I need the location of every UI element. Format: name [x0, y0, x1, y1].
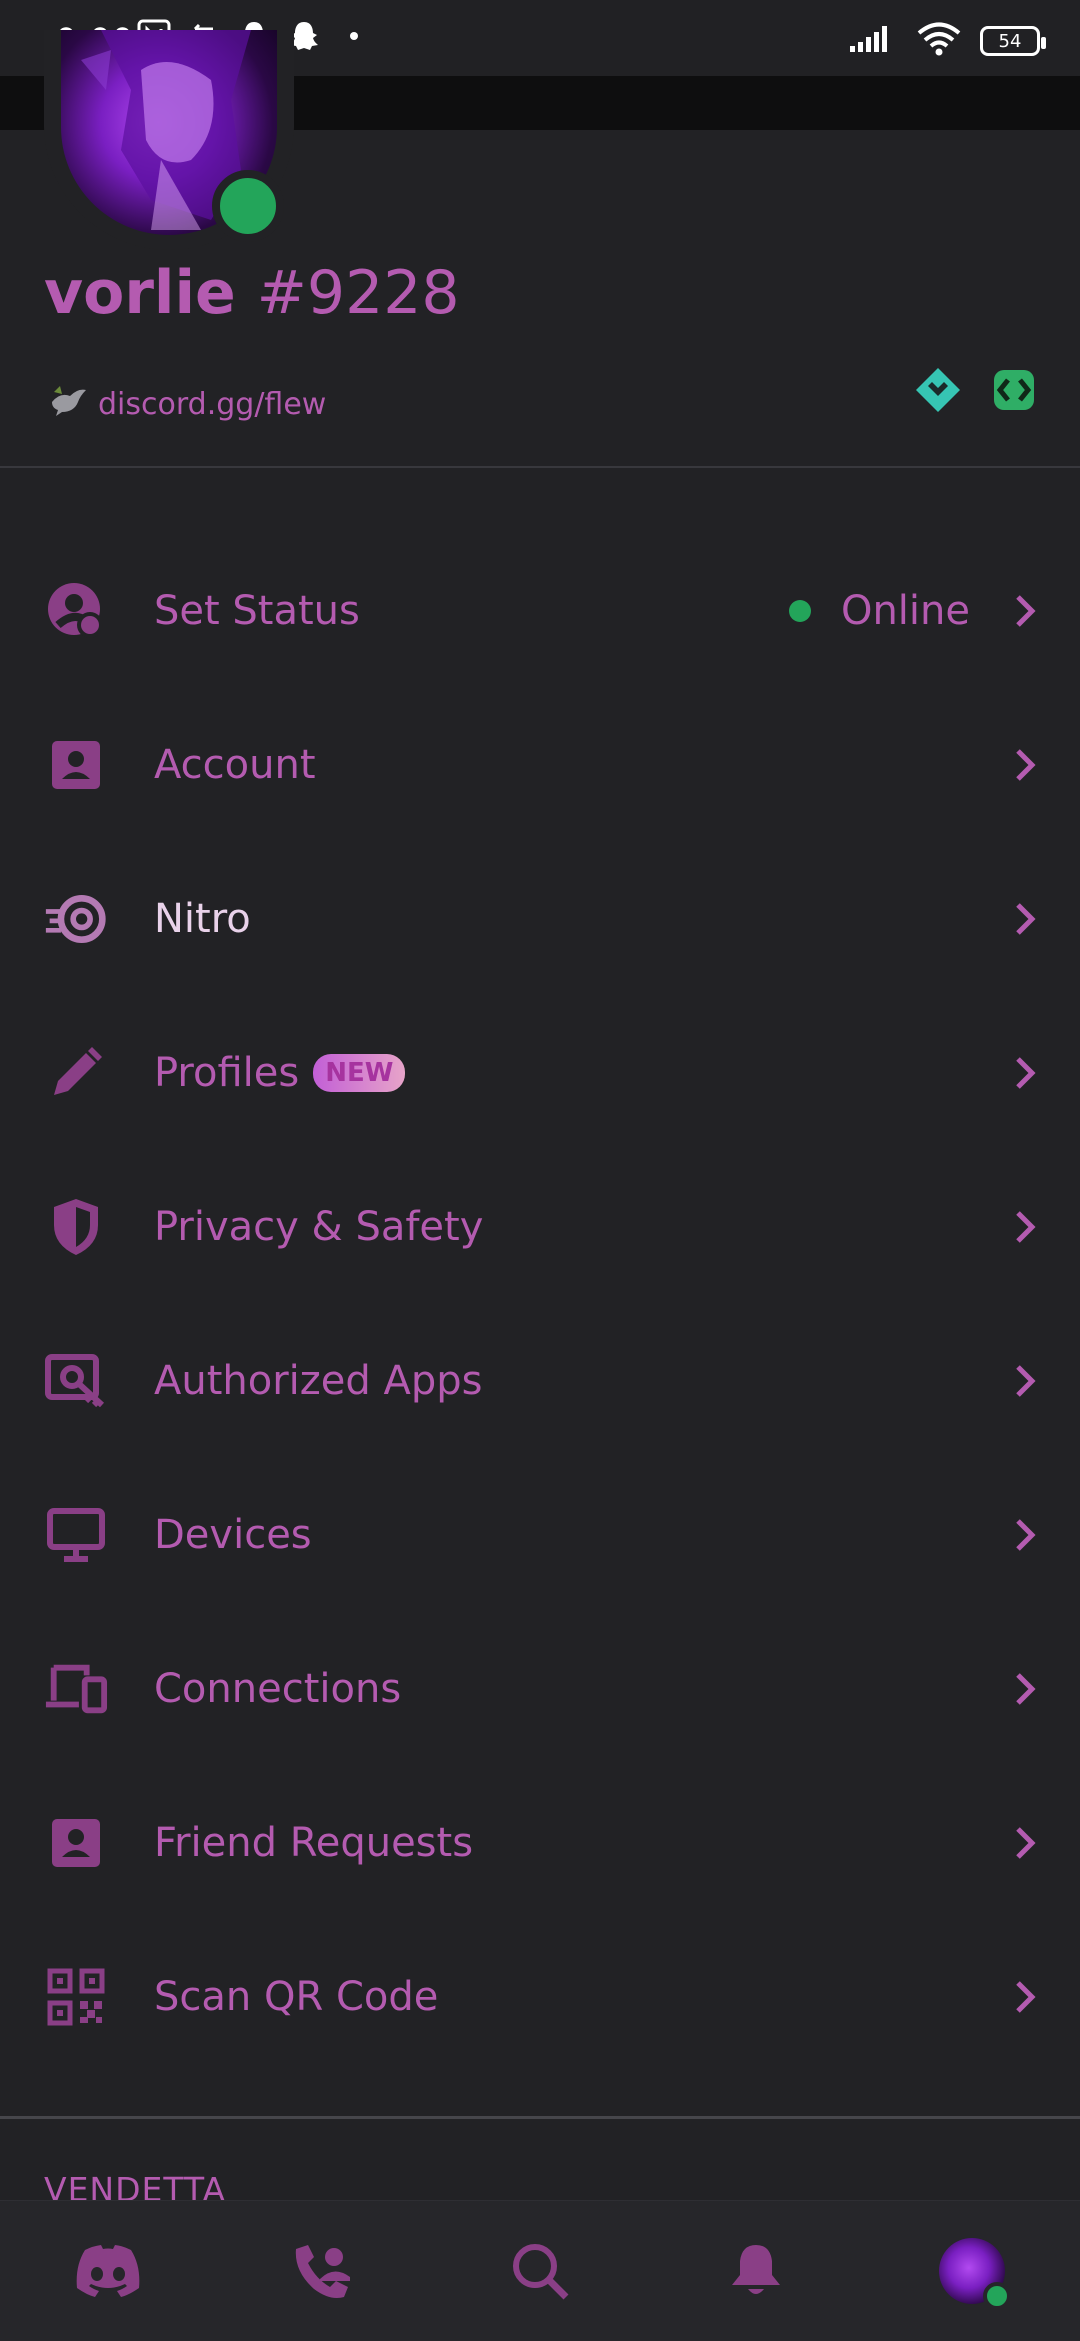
- qr-code-icon: [44, 1965, 108, 2029]
- divider: [0, 466, 1080, 468]
- friends-tab[interactable]: [282, 2231, 362, 2311]
- bio: discord.gg/flew: [48, 382, 326, 426]
- phone-person-icon: [295, 2245, 350, 2298]
- current-status-text: Online: [840, 588, 970, 634]
- status-icon: [44, 579, 108, 643]
- connections-icon: [44, 1657, 108, 1721]
- battery-icon: 54: [980, 26, 1046, 56]
- new-badge: NEW: [313, 1054, 406, 1092]
- profile-badges: [914, 366, 1038, 414]
- menu-item-privacy-safety[interactable]: Privacy & Safety: [0, 1150, 1080, 1304]
- chevron-right-icon: [1016, 595, 1036, 627]
- active-developer-icon[interactable]: [990, 366, 1038, 414]
- username-discriminator: #9228: [256, 258, 460, 328]
- battery-level: 54: [998, 30, 1022, 52]
- search-tab[interactable]: [500, 2231, 580, 2311]
- tab-avatar: [939, 2238, 1011, 2310]
- hypesquad-icon[interactable]: [914, 366, 962, 414]
- online-dot-icon: [983, 2282, 1011, 2310]
- online-status-indicator: [212, 170, 284, 242]
- current-status: Online: [788, 588, 970, 634]
- chevron-right-icon: [1016, 1057, 1036, 1089]
- menu-item-label: Scan QR Code: [154, 1974, 439, 2020]
- nitro-icon: [44, 887, 108, 951]
- shield-icon: [44, 1195, 108, 1259]
- menu-item-account[interactable]: Account: [0, 688, 1080, 842]
- menu-item-friend-requests[interactable]: Friend Requests: [0, 1766, 1080, 1920]
- bell-icon: [732, 2245, 780, 2294]
- authorized-apps-icon: [44, 1349, 108, 1413]
- wifi-icon: [916, 22, 962, 60]
- bottom-tab-bar: [0, 2200, 1080, 2341]
- menu-item-label: Account: [154, 742, 316, 788]
- monitor-icon: [44, 1503, 108, 1567]
- menu-item-label: Authorized Apps: [154, 1358, 483, 1404]
- divider: [0, 2116, 1080, 2119]
- menu-item-label: Profiles NEW: [154, 1050, 406, 1096]
- menu-item-scan-qr[interactable]: Scan QR Code: [0, 1920, 1080, 2074]
- dot-icon: [336, 18, 372, 54]
- dove-icon: [48, 382, 88, 426]
- chevron-right-icon: [1016, 1519, 1036, 1551]
- notifications-tab[interactable]: [716, 2231, 796, 2311]
- home-tab[interactable]: [68, 2231, 148, 2311]
- pencil-icon: [44, 1041, 108, 1105]
- chevron-right-icon: [1016, 1365, 1036, 1397]
- chevron-right-icon: [1016, 749, 1036, 781]
- menu-item-set-status[interactable]: Set Status Online: [0, 534, 1080, 688]
- chevron-right-icon: [1016, 1981, 1036, 2013]
- menu-item-connections[interactable]: Connections: [0, 1612, 1080, 1766]
- menu-item-label: Connections: [154, 1666, 402, 1712]
- bio-text: discord.gg/flew: [98, 386, 327, 422]
- online-dot-icon: [788, 600, 811, 622]
- chevron-right-icon: [1016, 903, 1036, 935]
- friend-requests-icon: [44, 1811, 108, 1875]
- username: vorlie #9228: [44, 258, 460, 328]
- chevron-right-icon: [1016, 1673, 1036, 1705]
- profile-tab[interactable]: [932, 2231, 1012, 2311]
- profiles-label: Profiles: [154, 1050, 300, 1096]
- account-icon: [44, 733, 108, 797]
- menu-item-label: Friend Requests: [154, 1820, 474, 1866]
- chevron-right-icon: [1016, 1211, 1036, 1243]
- menu-item-devices[interactable]: Devices: [0, 1458, 1080, 1612]
- username-name: vorlie: [44, 258, 236, 328]
- menu-item-authorized-apps[interactable]: Authorized Apps: [0, 1304, 1080, 1458]
- chevron-right-icon: [1016, 1827, 1036, 1859]
- status-icons-right: 54: [848, 22, 1046, 60]
- menu-item-profiles[interactable]: Profiles NEW: [0, 996, 1080, 1150]
- settings-menu: Set Status Online Account Nitro Profiles…: [0, 534, 1080, 2074]
- discord-icon: [76, 2245, 140, 2297]
- menu-item-nitro[interactable]: Nitro: [0, 842, 1080, 996]
- signal-icon: [848, 24, 898, 58]
- avatar[interactable]: [44, 30, 294, 250]
- menu-item-label: Set Status: [154, 588, 360, 634]
- menu-item-label: Nitro: [154, 896, 251, 942]
- search-icon: [513, 2244, 569, 2300]
- menu-item-label: Privacy & Safety: [154, 1204, 484, 1250]
- menu-item-label: Devices: [154, 1512, 312, 1558]
